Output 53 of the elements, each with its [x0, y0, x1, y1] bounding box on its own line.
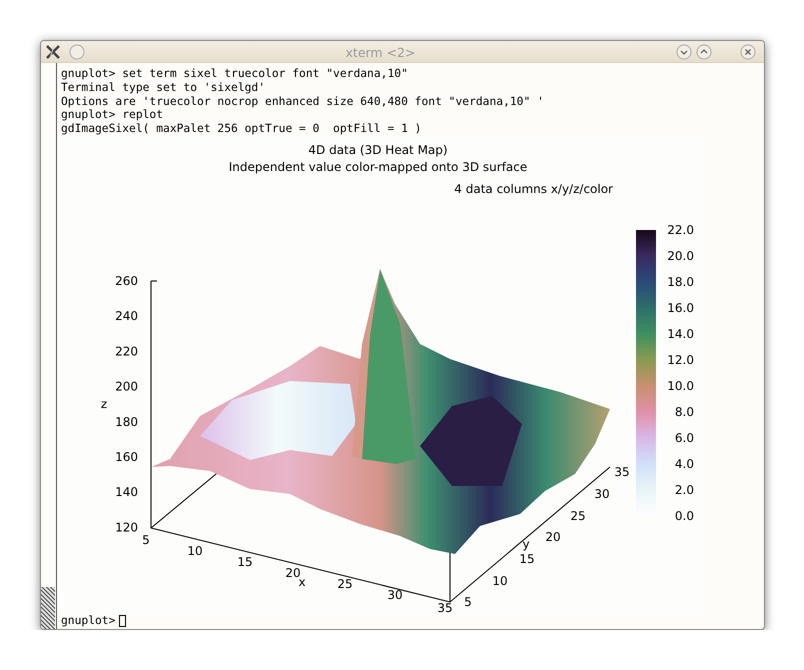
colorbar-tick-label: 22.0 — [667, 222, 694, 237]
x-axis-label: x — [298, 574, 306, 589]
plot-title: 4D data (3D Heat Map) — [308, 142, 448, 157]
prompt: gnuplot> — [61, 614, 116, 628]
colorbar-tick-label: 0.0 — [674, 508, 694, 523]
scrollbar-thumb[interactable] — [41, 587, 55, 629]
terminal-line: gnuplot> set term sixel truecolor font "verdana,10" — [61, 67, 409, 81]
x-tick-label: 20 — [285, 566, 301, 580]
y-tick-label: 30 — [594, 486, 610, 501]
colorbar-tick-label: 18.0 — [667, 274, 694, 289]
terminal-line: Options are 'truecolor nocrop enhanced size 640,480 font "verdana,10" ' — [61, 94, 545, 108]
y-axis-label: y — [522, 536, 530, 551]
x-tick-label: 30 — [387, 588, 403, 602]
y-tick-label: 35 — [614, 464, 630, 479]
window-title: xterm <2> — [346, 44, 416, 60]
colorbar-tick-label: 16.0 — [667, 300, 694, 315]
x-logo-icon[interactable] — [45, 44, 61, 60]
minimize-button-icon[interactable] — [676, 44, 692, 60]
z-tick-label: 260 — [115, 274, 138, 288]
plot-note: 4 data columns x/y/z/color — [454, 182, 613, 196]
colorbar-tick-label: 2.0 — [674, 482, 694, 497]
z-tick-label: 220 — [115, 344, 138, 358]
colorbar-tick-label: 10.0 — [667, 378, 694, 393]
terminal-line: gnuplot> replot — [61, 108, 164, 122]
y-tick-label: 5 — [464, 594, 472, 609]
x-tick-label: 10 — [187, 544, 203, 558]
x-tick-label: 5 — [142, 532, 150, 547]
z-tick-label: 240 — [115, 309, 138, 324]
terminal-line: Terminal type set to 'sixelgd' — [61, 80, 266, 95]
colorbar-tick-label: 12.0 — [667, 352, 694, 367]
plot-subtitle: Independent value color-mapped onto 3D surface — [228, 160, 528, 174]
z-tick-label: 200 — [115, 380, 138, 394]
z-axis-label: z — [100, 396, 108, 411]
y-tick-label: 10 — [492, 574, 508, 588]
maximize-button-icon[interactable] — [696, 44, 712, 60]
z-tick-label: 160 — [115, 450, 138, 464]
x-tick-label: 15 — [237, 554, 253, 569]
y-tick-label: 20 — [545, 530, 561, 544]
colorbar-tick-label: 6.0 — [674, 430, 694, 445]
colorbar-tick-label: 20.0 — [667, 248, 694, 263]
colorbar-tick-label: 4.0 — [674, 456, 694, 471]
z-tick-label: 120 — [115, 520, 138, 534]
colorbar-tick-label: 8.0 — [674, 404, 694, 419]
close-icon[interactable] — [740, 44, 756, 60]
colorbar-tick-label: 14.0 — [667, 326, 694, 341]
cursor-icon — [119, 614, 126, 627]
y-tick-label: 15 — [519, 552, 535, 566]
y-tick-label: 25 — [570, 508, 586, 523]
x-tick-label: 35 — [437, 600, 453, 614]
z-tick-label: 180 — [115, 414, 138, 429]
x-tick-label: 25 — [337, 576, 353, 591]
terminal-line: gdImageSixel( maxPalet 256 optTrue = 0 optFill = 1 ) — [61, 122, 422, 136]
z-tick-label: 140 — [115, 485, 138, 500]
